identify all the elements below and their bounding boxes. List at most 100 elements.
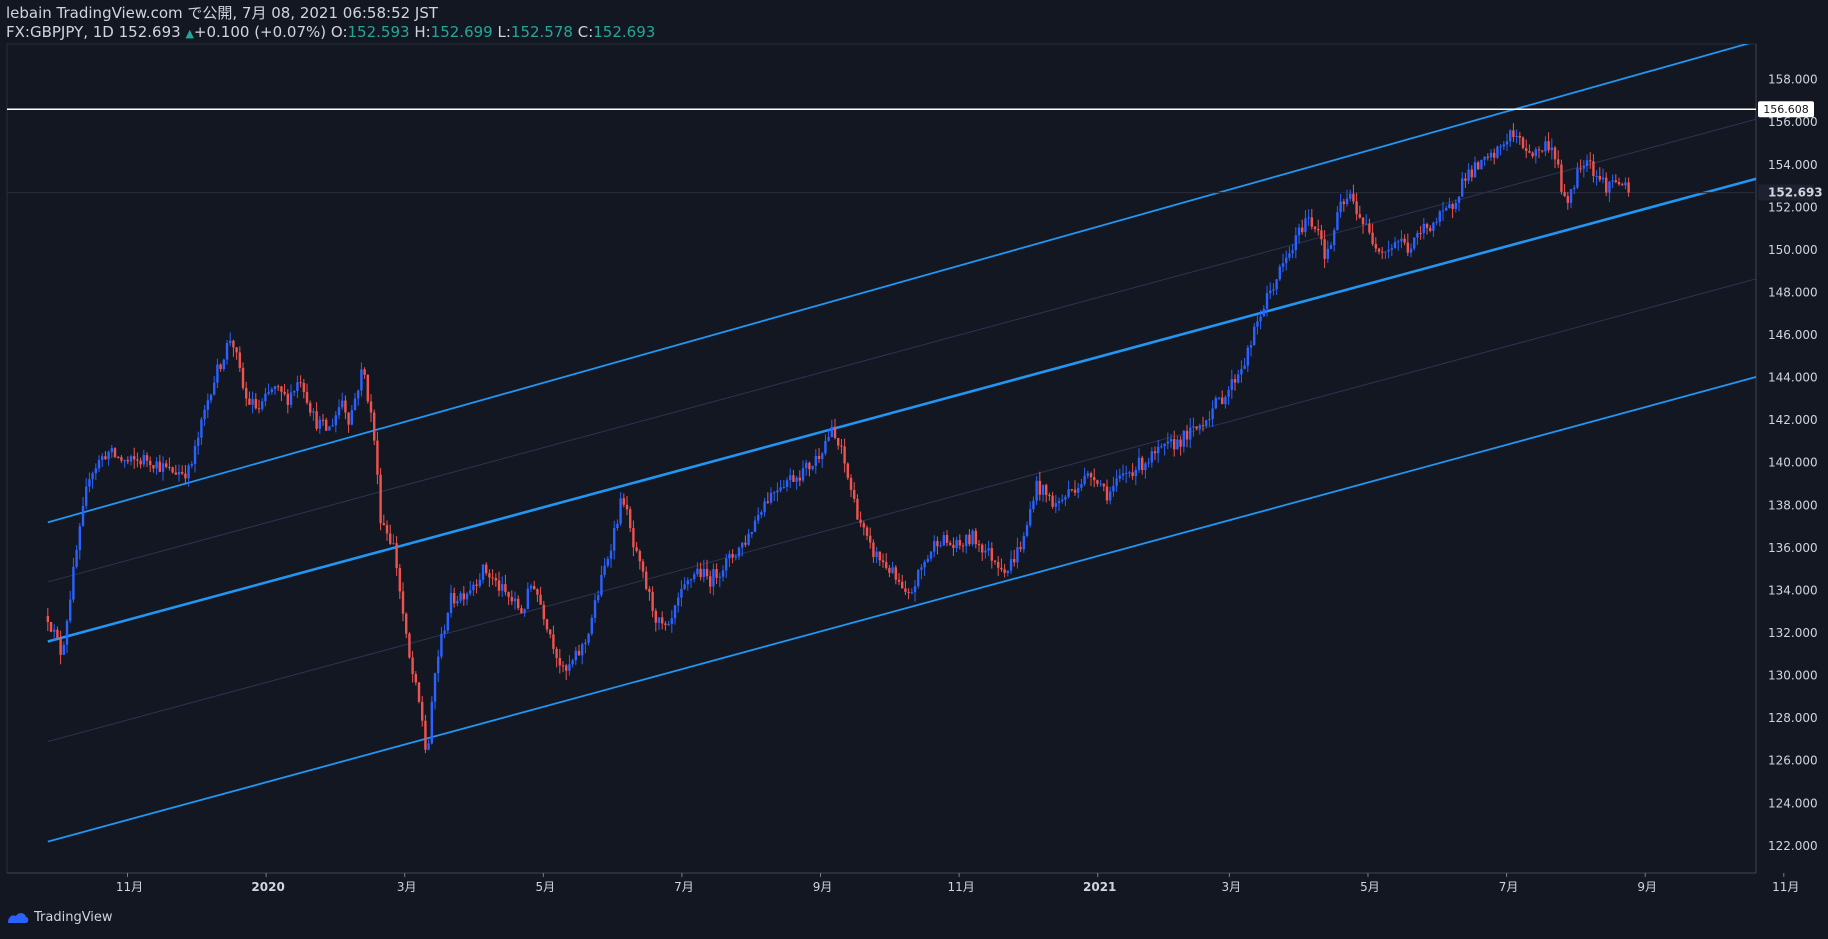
candle-body (673, 605, 677, 619)
candle-body (533, 585, 536, 590)
candle-body (1150, 451, 1154, 463)
candle-body (702, 568, 706, 578)
candle-body (1579, 168, 1582, 170)
candle-body (606, 558, 610, 566)
candle-body (1393, 242, 1397, 249)
y-tick-label: 140.000 (1768, 456, 1818, 470)
candle-body (318, 419, 322, 429)
candle-body (1323, 239, 1326, 259)
candle-body (1505, 141, 1509, 145)
candle-body (1310, 217, 1314, 227)
candle-body (542, 604, 546, 620)
candle-body (78, 526, 82, 550)
candle-body (264, 393, 267, 402)
price-axis[interactable]: 122.000 124.000 126.000 128.000 130.000 132.0… (1758, 73, 1823, 853)
candle-body (709, 576, 712, 587)
candle-body (1352, 193, 1355, 202)
candle-body (584, 642, 587, 645)
candle-body (725, 558, 728, 571)
candle-body (1016, 547, 1019, 563)
candle-body (613, 528, 616, 551)
channel-upper-line (47, 44, 1750, 524)
candle-body (1406, 242, 1410, 253)
candle-body (846, 463, 850, 478)
x-tick-label: 9月 (813, 880, 833, 894)
candle-body (142, 455, 146, 465)
candle-body (1525, 148, 1528, 152)
candle-body (366, 374, 370, 402)
candle-body (1512, 130, 1515, 138)
candle-body (1361, 217, 1365, 225)
candle-body (747, 533, 750, 545)
candle-body (1499, 146, 1502, 148)
candle-body (85, 486, 88, 506)
candle-body (933, 541, 936, 552)
tradingview-logo-icon (8, 912, 29, 923)
candle-body (107, 452, 110, 460)
candle-body (302, 382, 306, 392)
candle-body (1605, 177, 1608, 193)
candle-body (1227, 389, 1230, 397)
candle-body (1029, 509, 1032, 526)
candle-body (1384, 251, 1387, 253)
y-tick-label: 146.000 (1768, 328, 1818, 342)
candle-body (1262, 308, 1266, 317)
candle-body (942, 535, 946, 546)
candle-body (1153, 451, 1157, 454)
candle-body (341, 400, 344, 408)
candle-body (1201, 425, 1205, 427)
candle-body (894, 567, 898, 580)
candle-body (1019, 547, 1022, 550)
y-tick-label: 142.000 (1768, 413, 1818, 427)
candle-body (757, 514, 760, 521)
candle-body (1355, 201, 1358, 215)
candle-body (507, 592, 510, 598)
candle-body (136, 459, 139, 461)
candle-body (1358, 214, 1362, 218)
candle-body (1217, 397, 1221, 399)
horizontal-line[interactable]: 156.608 (7, 101, 1814, 118)
candle-body (321, 419, 325, 421)
x-tick-label: 7月 (674, 880, 694, 894)
candle-body (600, 574, 603, 596)
candle-body (853, 489, 856, 499)
candle-body (833, 426, 837, 438)
candle-body (1198, 425, 1202, 429)
candle-body (1448, 204, 1451, 209)
candle-body (129, 456, 133, 462)
candle-body (1173, 439, 1176, 450)
time-axis[interactable]: 11月 2020 3月 5月 7月 9月 11月 2021 3月 5月 7月 9月 11月 (116, 873, 1800, 894)
candle-body (629, 509, 632, 529)
candle-body (974, 530, 978, 545)
candle-body (427, 743, 430, 750)
price-chart[interactable]: 156.608 122.000 124.000 126.000 128.000 130.… (0, 0, 1828, 939)
candle-body (1451, 204, 1454, 209)
candle-body (699, 568, 702, 578)
candle-body (478, 579, 482, 586)
candle-body (766, 501, 770, 503)
y-tick-label: 130.000 (1768, 669, 1818, 683)
candle-body (293, 390, 296, 393)
candle-body (1035, 480, 1038, 501)
candle-body (257, 408, 261, 410)
candle-body (1121, 473, 1125, 476)
candle-body (721, 570, 725, 577)
candle-body (1582, 166, 1586, 169)
candle-body (248, 398, 251, 405)
candle-body (885, 562, 888, 568)
candle-body (1073, 489, 1077, 493)
candle-body (1317, 229, 1320, 231)
brand-label: TradingView (34, 910, 113, 925)
candle-body (1182, 430, 1186, 447)
candle-body (382, 523, 386, 526)
x-tick-label: 5月 (1360, 880, 1380, 894)
candle-body (776, 490, 779, 493)
candle-body (904, 588, 907, 592)
candle-body (1070, 489, 1074, 491)
candle-body (462, 593, 466, 600)
candle-body (261, 401, 264, 409)
candle-body (609, 550, 613, 559)
candle-body (453, 593, 456, 604)
candle-body (590, 617, 594, 634)
candle-body (1285, 257, 1288, 264)
